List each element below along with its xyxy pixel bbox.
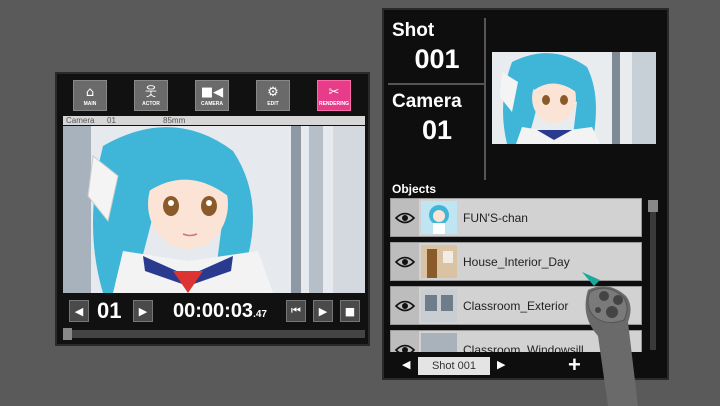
- scrollbar-handle[interactable]: [648, 200, 658, 212]
- mode-button-edit[interactable]: ⚙ EDIT: [256, 80, 290, 111]
- object-thumbnail: [421, 201, 457, 234]
- object-row[interactable]: FUN'S-chan: [390, 198, 642, 237]
- shot-tab[interactable]: Shot 001: [418, 357, 490, 375]
- prev-frame-button[interactable]: ◀: [69, 300, 89, 322]
- timeline-scrubber[interactable]: [63, 328, 365, 340]
- camera-info-name: Camera: [66, 116, 95, 125]
- mode-button-actor[interactable]: 웃 ACTOR: [134, 80, 168, 111]
- object-thumbnail: [421, 333, 457, 352]
- home-icon: ⌂: [85, 85, 95, 100]
- next-shot-button[interactable]: ▶: [497, 358, 505, 371]
- clapperboard-icon: ✂: [328, 85, 340, 100]
- visibility-toggle[interactable]: [391, 199, 419, 236]
- timecode-fraction: .47: [253, 309, 267, 320]
- viewport-scene: [63, 126, 365, 293]
- mode-label-camera: CAMERA: [201, 101, 223, 107]
- visibility-toggle[interactable]: [391, 243, 419, 280]
- mode-button-rendering[interactable]: ✂ RENDERING: [317, 80, 351, 111]
- camera-number: 01: [421, 115, 453, 145]
- triangle-left-icon: ◀: [402, 358, 411, 371]
- triangle-right-icon: ▶: [138, 304, 148, 318]
- edit-icon: ⚙: [267, 85, 279, 100]
- object-thumbnail: [421, 245, 457, 278]
- info-divider: [388, 83, 486, 85]
- shot-info: Shot 001 Camera 01: [388, 20, 486, 146]
- mode-label-edit: EDIT: [267, 101, 279, 107]
- play-icon: ▶: [318, 304, 328, 318]
- mode-button-camera[interactable]: ■◀ CAMERA: [195, 80, 229, 111]
- object-thumbnail: [421, 289, 457, 322]
- timecode-main: 00:00:03: [173, 300, 254, 322]
- camera-control-panel: ⌂ MAIN 웃 ACTOR ■◀ CAMERA ⚙ EDIT ✂ RENDER…: [55, 72, 370, 346]
- preview-scene: [492, 52, 656, 144]
- vr-controller: [582, 272, 638, 406]
- object-name: House_Interior_Day: [463, 255, 570, 269]
- vertical-divider: [484, 18, 486, 180]
- object-name: Classroom_Windowsill: [463, 343, 584, 352]
- stop-button[interactable]: ■: [340, 300, 360, 322]
- camera-info-bar: Camera 01 85mm: [63, 116, 365, 125]
- shot-preview: [492, 52, 656, 144]
- visibility-toggle[interactable]: [391, 331, 419, 352]
- eye-icon: [395, 212, 415, 223]
- eye-icon: [395, 344, 415, 352]
- timeline-handle[interactable]: [63, 328, 72, 340]
- mode-button-main[interactable]: ⌂ MAIN: [73, 80, 107, 111]
- eye-icon: [395, 300, 415, 311]
- mode-label-main: MAIN: [83, 101, 97, 107]
- playback-controls: ◀ 01 ▶ 00:00:03.47 ⏮ ▶ ■: [57, 296, 368, 326]
- play-button[interactable]: ▶: [313, 300, 333, 322]
- eye-icon: [395, 256, 415, 267]
- stop-icon: ■: [344, 304, 356, 318]
- next-frame-button[interactable]: ▶: [133, 300, 153, 322]
- prev-shot-button[interactable]: ◀: [402, 358, 410, 371]
- pointer-tip: [582, 272, 600, 286]
- mode-label-actor: ACTOR: [142, 101, 160, 107]
- camera-info-lens: 85mm: [163, 116, 186, 125]
- mode-toolbar: ⌂ MAIN 웃 ACTOR ■◀ CAMERA ⚙ EDIT ✂ RENDER…: [57, 74, 368, 114]
- camera-icon: ■◀: [200, 85, 224, 100]
- camera-viewport[interactable]: [63, 126, 365, 293]
- object-name: FUN'S-chan: [463, 211, 528, 225]
- skip-back-icon: ⏮: [291, 304, 301, 317]
- actor-icon: 웃: [145, 85, 157, 100]
- skip-to-start-button[interactable]: ⏮: [286, 300, 306, 322]
- objects-heading: Objects: [392, 182, 437, 196]
- mode-label-rendering: RENDERING: [318, 101, 349, 107]
- object-name: Classroom_Exterior: [463, 299, 569, 313]
- triangle-right-icon: ▶: [497, 358, 506, 371]
- camera-info-number: 01: [107, 116, 116, 125]
- visibility-toggle[interactable]: [391, 287, 419, 324]
- camera-label: Camera: [392, 91, 462, 112]
- shot-number: 001: [414, 44, 460, 74]
- triangle-left-icon: ◀: [74, 304, 84, 318]
- timecode-display: 00:00:03.47: [173, 300, 267, 323]
- frame-number: 01: [97, 298, 122, 323]
- shot-label: Shot: [392, 20, 435, 41]
